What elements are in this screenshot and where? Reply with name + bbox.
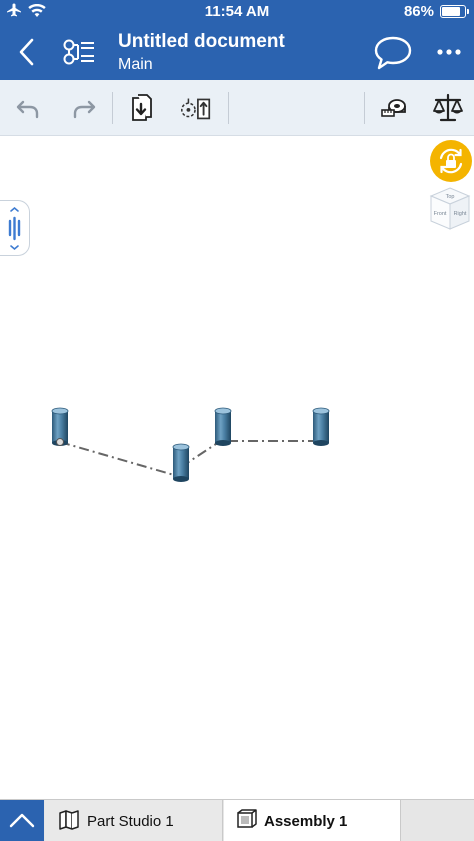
tab-label: Assembly 1 <box>264 812 348 830</box>
cylinder-part[interactable] <box>172 443 190 482</box>
toolbar-divider <box>112 92 113 124</box>
document-header: Untitled document Main <box>0 24 474 80</box>
tab-label: Part Studio 1 <box>87 812 174 830</box>
battery-icon <box>440 5 469 18</box>
tab-part-studio-1[interactable]: Part Studio 1 <box>45 800 223 841</box>
part-studio-icon <box>57 807 81 835</box>
feature-tree-icon[interactable] <box>60 36 98 68</box>
back-chevron-icon[interactable] <box>12 36 44 68</box>
cylinder-part[interactable] <box>214 407 232 446</box>
graphics-viewport[interactable]: Top Front Right <box>0 137 474 799</box>
status-bar: 11:54 AM 86% <box>0 0 474 24</box>
mate-link <box>59 441 182 478</box>
status-right: 86% <box>403 3 469 20</box>
toolbar-divider <box>228 92 229 124</box>
insert-icon[interactable] <box>124 90 160 126</box>
comment-icon[interactable] <box>372 34 414 72</box>
measure-icon[interactable] <box>376 90 412 126</box>
undo-icon[interactable] <box>10 90 46 126</box>
document-tab-bar: Part Studio 1 Assembly 1 <box>0 799 474 841</box>
workspace-name[interactable]: Main <box>118 56 153 74</box>
tab-assembly-1[interactable]: Assembly 1 <box>224 800 400 841</box>
tab-manager-expand-icon[interactable] <box>0 800 44 841</box>
assembly-icon <box>236 808 258 834</box>
mate-connector-icon[interactable] <box>178 90 214 126</box>
tab-bar-empty-space <box>400 800 474 841</box>
mass-properties-icon[interactable] <box>430 90 466 126</box>
status-time: 11:54 AM <box>204 3 270 20</box>
cylinder-part[interactable] <box>312 407 330 446</box>
assembly-parts <box>51 407 330 482</box>
document-title[interactable]: Untitled document <box>118 31 285 53</box>
redo-icon[interactable] <box>66 90 102 126</box>
toolbar-divider <box>364 92 365 124</box>
cylinder-part[interactable] <box>51 407 69 446</box>
more-icon[interactable] <box>434 42 464 62</box>
battery-percent: 86% <box>403 3 434 20</box>
assembly-toolbar <box>0 80 474 136</box>
